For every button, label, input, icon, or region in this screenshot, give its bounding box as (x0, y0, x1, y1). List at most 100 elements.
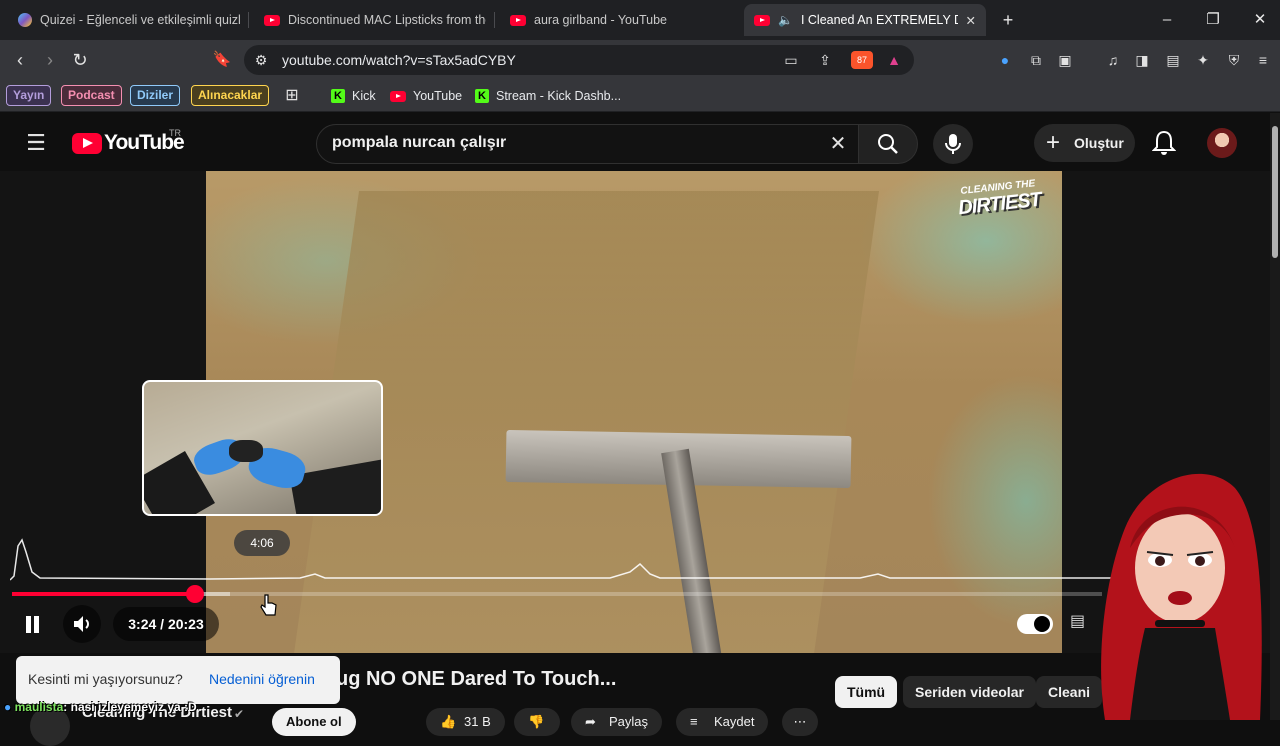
verified-icon: ✔ (234, 707, 245, 721)
like-count: 31 B (464, 714, 491, 729)
tab-title: I Cleaned An EXTREMELY DIRT (800, 13, 958, 27)
account-avatar[interactable] (1207, 128, 1237, 158)
more-icon: ⋯ (793, 714, 807, 729)
streamer-avatar-overlay (1101, 473, 1262, 720)
share-label: Paylaş (609, 714, 649, 729)
chat-username: maulista (14, 700, 64, 714)
kick-icon: K (331, 89, 345, 103)
window-close-button[interactable]: ✕ (1248, 8, 1272, 32)
save-button[interactable]: ≡ Kaydet (676, 708, 769, 736)
wallet-icon[interactable]: ▤ (1164, 51, 1182, 69)
volume-button[interactable] (63, 605, 101, 643)
dislike-button[interactable]: 👎 (514, 708, 560, 736)
bookmark-icon[interactable]: 🔖 (210, 48, 234, 72)
autoplay-toggle[interactable] (1017, 614, 1053, 634)
pause-button[interactable] (14, 606, 50, 642)
subscribe-button[interactable]: Abone ol (272, 708, 356, 736)
bookmark-label: Kick (352, 89, 376, 103)
tab-title: aura girlband - YouTube (534, 13, 667, 27)
most-replayed-heatmap (10, 538, 1250, 581)
bookmark-kick-dashboard[interactable]: K Stream - Kick Dashb... (475, 86, 621, 106)
browser-tab[interactable]: aura girlband - YouTube (500, 4, 732, 36)
time-display: 3:24 / 20:23 (113, 607, 219, 641)
thumbs-up-icon: 👍 (440, 714, 457, 729)
extension-blue-icon[interactable]: ● (996, 51, 1014, 69)
brave-rewards-icon[interactable]: ▲ (885, 51, 903, 69)
tab-title: Discontinued MAC Lipsticks from the (288, 13, 486, 27)
country-code: TR (169, 128, 181, 138)
share-icon[interactable]: ⇪ (816, 51, 834, 69)
seek-preview-thumbnail (142, 380, 383, 516)
voice-search-button[interactable] (933, 124, 973, 164)
learn-why-link[interactable]: Nedenini öğrenin (209, 671, 315, 687)
more-actions-button[interactable]: ⋯ (782, 708, 818, 736)
youtube-favicon-icon (264, 14, 280, 26)
chip-series[interactable]: Seriden videolar (903, 676, 1036, 708)
kick-icon: K (475, 89, 489, 103)
bookmark-chip-alinacaklar[interactable]: Alınacaklar (191, 85, 270, 106)
chip-all[interactable]: Tümü (835, 676, 898, 708)
bookmark-kick[interactable]: K Kick (331, 86, 376, 106)
sidebar-icon[interactable]: ◨ (1133, 51, 1151, 69)
save-icon: ≡ (690, 714, 698, 729)
notifications-bell-icon[interactable] (1151, 130, 1177, 161)
youtube-logo-icon[interactable] (72, 133, 102, 154)
music-icon[interactable]: ♫ (1104, 51, 1122, 69)
bookmark-chip-diziler[interactable]: Diziler (130, 85, 181, 106)
minimize-button[interactable]: – (1155, 8, 1179, 32)
quiz-favicon-icon (18, 13, 32, 27)
bookmark-youtube[interactable]: YouTube (390, 86, 462, 106)
chat-text: : nasi izleyemeyiz ya :D (63, 700, 197, 714)
extension-badge: 87 (856, 55, 867, 65)
search-query[interactable]: pompala nurcan çalışır (332, 134, 506, 152)
scrollbar-thumb[interactable] (1272, 126, 1278, 258)
tab-divider (494, 12, 495, 28)
bookmark-chip-yayin[interactable]: Yayın (6, 85, 52, 106)
tab-divider (248, 12, 249, 28)
back-icon[interactable]: ‹ (8, 48, 32, 72)
like-button[interactable]: 👍 31 B (426, 708, 505, 736)
stream-chat-message: ● maulista: nasi izleyemeyiz ya :D (4, 700, 197, 714)
url-text[interactable]: youtube.com/watch?v=sTax5adCYBY (282, 52, 516, 68)
search-icon (878, 134, 898, 154)
create-button[interactable]: + Oluştur (1034, 124, 1135, 162)
clear-search-icon[interactable]: ✕ (826, 132, 850, 156)
reader-icon[interactable]: ▣ (1056, 51, 1074, 69)
vpn-icon[interactable]: ⛨ (1225, 51, 1243, 69)
new-tab-button[interactable]: + (996, 8, 1020, 32)
browser-tab-active[interactable]: 🔈 I Cleaned An EXTREMELY DIRT ✕ (744, 4, 986, 36)
save-label: Kaydet (714, 714, 755, 729)
chat-badge-icon: ● (4, 700, 12, 714)
progress-played (12, 592, 195, 596)
tab-close-icon[interactable]: ✕ (966, 13, 976, 28)
browser-tab[interactable]: Quizei - Eğlenceli ve etkileşimli quizle (8, 4, 240, 36)
microphone-icon (945, 134, 961, 154)
progress-scrubber[interactable] (186, 585, 204, 603)
maximize-button[interactable]: ❐ (1201, 8, 1225, 32)
forward-icon[interactable]: › (38, 48, 62, 72)
bookmark-chip-podcast[interactable]: Podcast (61, 85, 122, 106)
apps-grid-icon[interactable]: ⊞ (280, 84, 304, 108)
leo-icon[interactable]: ✦ (1194, 51, 1212, 69)
menu-icon[interactable]: ≡ (1254, 51, 1272, 69)
youtube-favicon-icon (510, 14, 526, 26)
site-info-icon[interactable]: ⚙ (252, 51, 270, 69)
browser-tab[interactable]: Discontinued MAC Lipsticks from the (254, 4, 486, 36)
video-title: ug NO ONE Dared To Touch... (336, 668, 617, 690)
youtube-favicon-icon (754, 14, 770, 26)
reload-icon[interactable]: ↻ (68, 48, 92, 72)
share-button[interactable]: ➦ Paylaş (571, 708, 663, 736)
extensions-icon[interactable]: ⧉ (1027, 51, 1045, 69)
brave-shield-icon[interactable]: 87 (851, 51, 873, 69)
search-button[interactable] (858, 124, 918, 164)
speaker-icon: 🔈 (778, 13, 793, 27)
bookmark-label: Stream - Kick Dashb... (496, 89, 622, 103)
hamburger-menu-icon[interactable]: ☰ (24, 131, 48, 155)
volume-icon (74, 616, 89, 632)
bookmark-label: YouTube (413, 89, 463, 103)
thumbs-down-icon: 👎 (528, 714, 545, 729)
hand-cursor-icon (260, 594, 277, 616)
youtube-icon (390, 90, 406, 102)
plus-icon: + (1046, 129, 1061, 156)
cast-icon[interactable]: ▭ (782, 51, 800, 69)
